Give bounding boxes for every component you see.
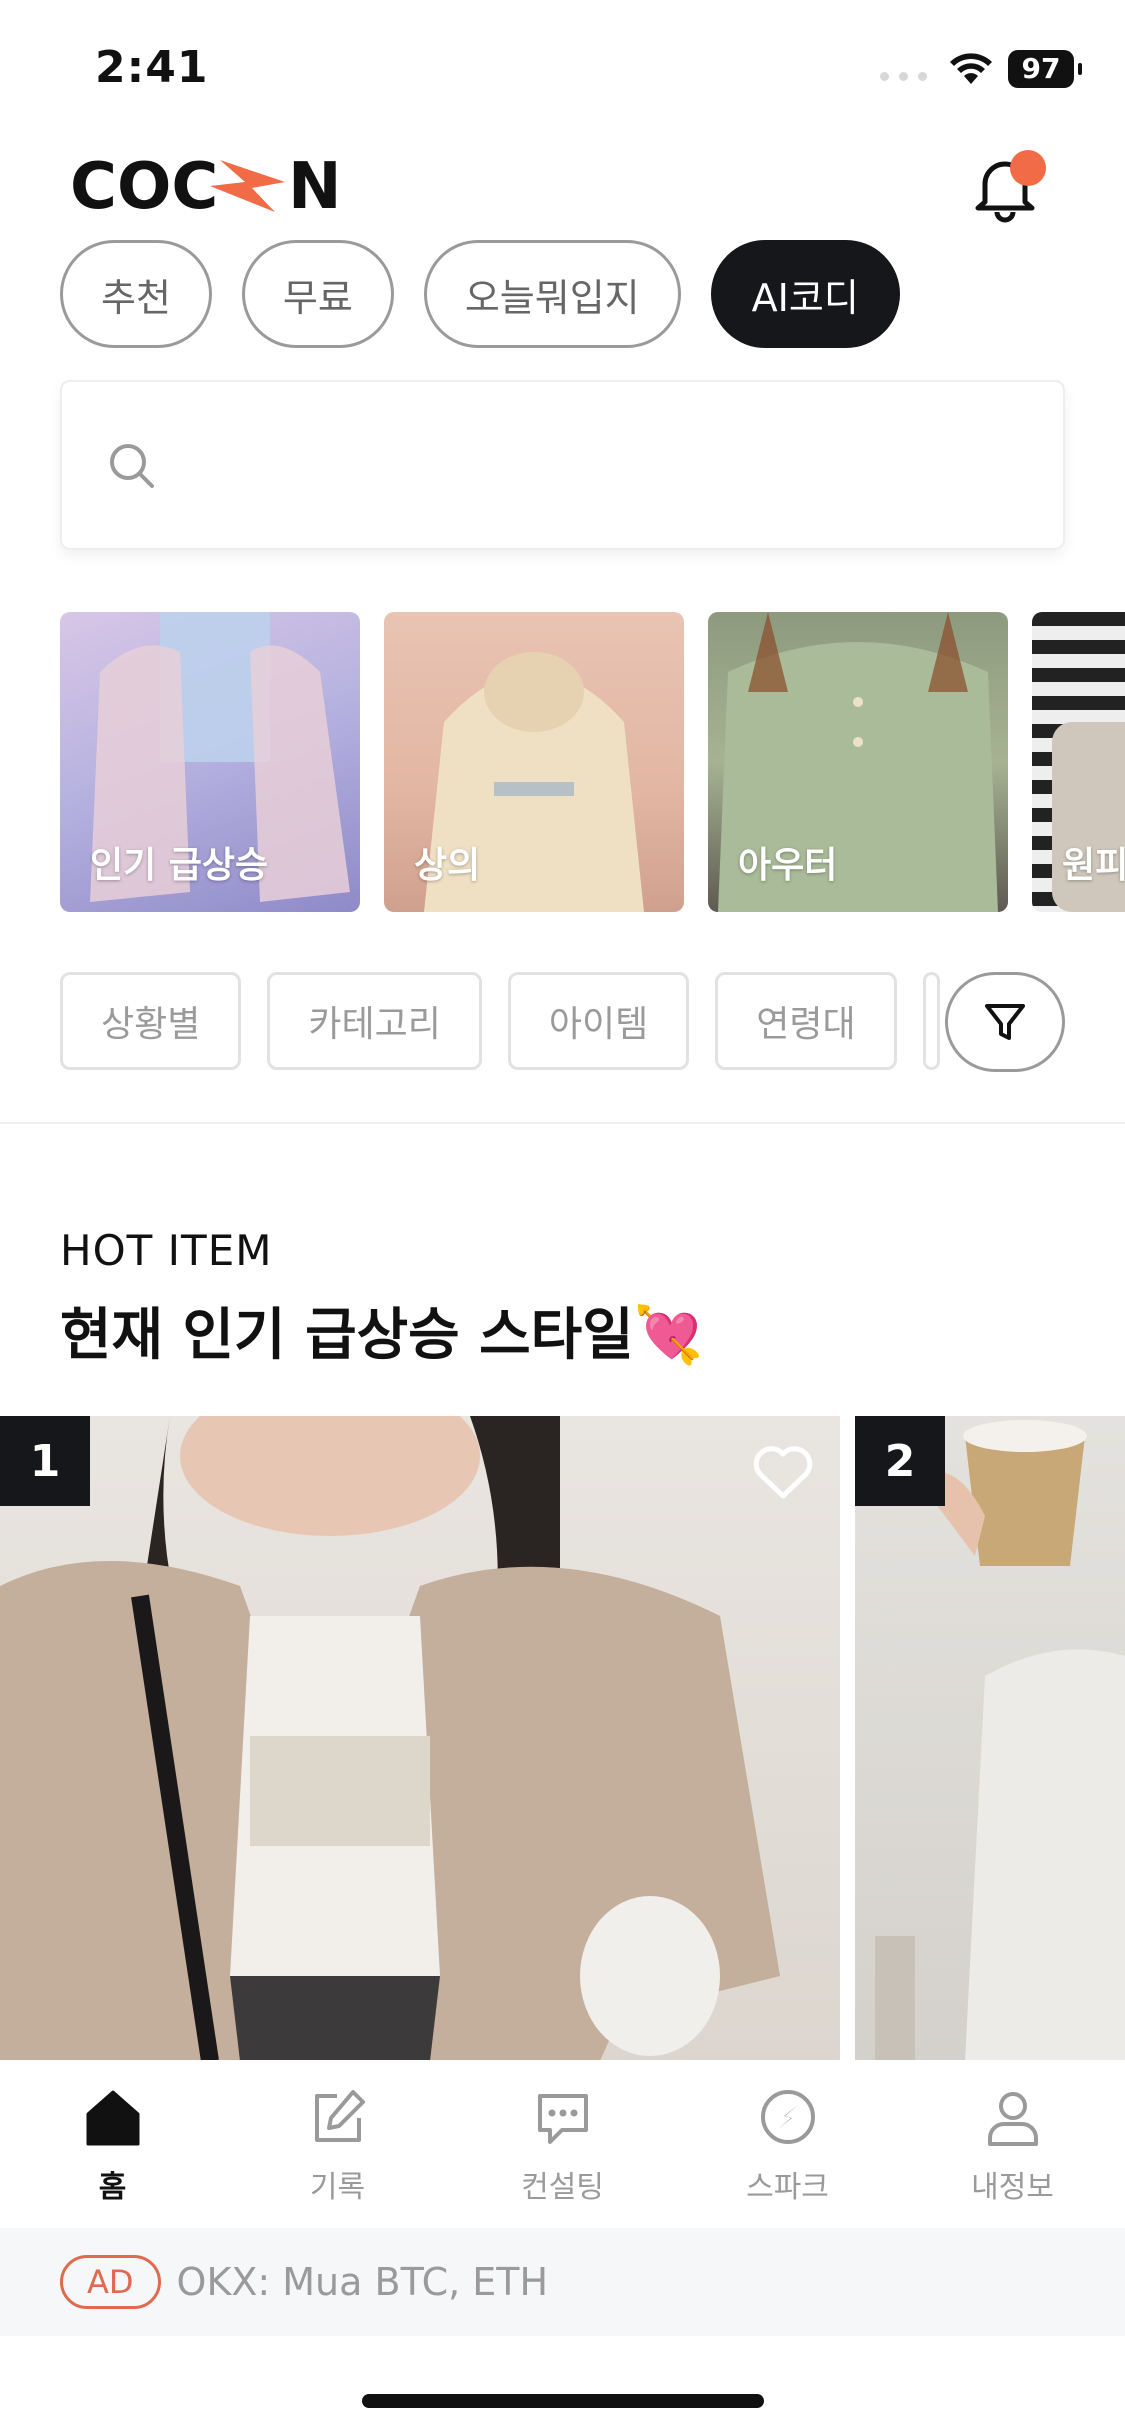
notification-badge xyxy=(1010,150,1046,186)
rank-badge: 2 xyxy=(855,1416,945,1506)
nav-label: 스파크 xyxy=(746,2170,829,2205)
status-time: 2:41 xyxy=(95,42,209,93)
nav-record[interactable]: 기록 xyxy=(225,2060,450,2228)
filter-chip-more[interactable] xyxy=(922,972,940,1070)
tab-free[interactable]: 무료 xyxy=(241,240,394,348)
tab-what-to-wear[interactable]: 오늘뭐입지 xyxy=(423,240,681,348)
ad-banner[interactable]: AD OKX: Mua BTC, ETH xyxy=(0,2228,1125,2336)
category-card-outer[interactable]: 아우터 xyxy=(708,612,1008,912)
section-eyebrow: HOT ITEM xyxy=(60,1226,273,1275)
section-divider xyxy=(0,1122,1125,1124)
search-input[interactable] xyxy=(60,380,1065,550)
svg-text:COC: COC xyxy=(70,150,218,220)
category-label: 아우터 xyxy=(738,845,838,886)
tab-ai-codi[interactable]: AI코디 xyxy=(710,240,900,348)
filter-icon xyxy=(985,1004,1025,1040)
category-carousel: 인기 급상승 상의 아우터 원피 xyxy=(60,612,1125,912)
tab-recommend[interactable]: 추천 xyxy=(60,240,212,348)
filter-chip-category[interactable]: 카테고리 xyxy=(267,972,482,1070)
category-label: 상의 xyxy=(414,845,481,886)
compass-icon xyxy=(760,2090,815,2144)
nav-home[interactable]: 홈 xyxy=(0,2060,225,2228)
wifi-icon xyxy=(950,53,992,84)
cellular-signal-icon xyxy=(880,72,927,81)
category-card-dress[interactable]: 원피 xyxy=(1032,612,1125,912)
filter-chip-situation[interactable]: 상황별 xyxy=(60,972,242,1070)
edit-icon xyxy=(314,2090,365,2142)
filter-chip-item[interactable]: 아이템 xyxy=(507,972,690,1070)
home-indicator[interactable] xyxy=(362,2394,764,2408)
top-tabs: 추천 무료 오늘뭐입지 AI코디 xyxy=(60,240,900,348)
hot-item-carousel: 1 2 xyxy=(0,1416,1125,2061)
nav-label: 내정보 xyxy=(971,2170,1054,2205)
ad-text: OKX: Mua BTC, ETH xyxy=(176,2260,549,2304)
filter-chips: 상황별 카테고리 아이템 연령대 xyxy=(60,972,940,1070)
section-title: 현재 인기 급상승 스타일💘 xyxy=(60,1303,704,1368)
status-bar: 2:41 97 xyxy=(0,0,1125,140)
ad-badge: AD xyxy=(60,2255,161,2309)
heart-icon[interactable] xyxy=(752,1444,814,1500)
bottom-navigation: 홈 기록 컨설팅 스파크 내정보 xyxy=(0,2060,1125,2228)
battery-indicator: 97 xyxy=(1008,50,1082,88)
filter-button[interactable] xyxy=(945,972,1065,1072)
product-card[interactable]: 2 xyxy=(855,1416,1125,2061)
nav-label: 기록 xyxy=(309,2170,366,2205)
home-icon xyxy=(86,2090,139,2146)
nav-my-info[interactable]: 내정보 xyxy=(900,2060,1125,2228)
nav-label: 홈 xyxy=(98,2170,127,2205)
chat-icon xyxy=(537,2094,588,2144)
product-card[interactable]: 1 xyxy=(0,1416,840,2061)
svg-text:N: N xyxy=(288,150,342,220)
nav-spark[interactable]: 스파크 xyxy=(675,2060,900,2228)
category-card-tops[interactable]: 상의 xyxy=(384,612,684,912)
nav-consulting[interactable]: 컨설팅 xyxy=(450,2060,675,2228)
search-icon xyxy=(110,444,154,488)
user-icon xyxy=(987,2092,1038,2146)
category-label: 인기 급상승 xyxy=(90,845,269,886)
rank-badge: 1 xyxy=(0,1416,90,1506)
nav-label: 컨설팅 xyxy=(521,2170,604,2205)
category-card-trending[interactable]: 인기 급상승 xyxy=(60,612,360,912)
app-logo[interactable]: COC N xyxy=(70,150,350,220)
category-label: 원피 xyxy=(1062,845,1125,886)
filter-chip-age[interactable]: 연령대 xyxy=(715,972,897,1070)
